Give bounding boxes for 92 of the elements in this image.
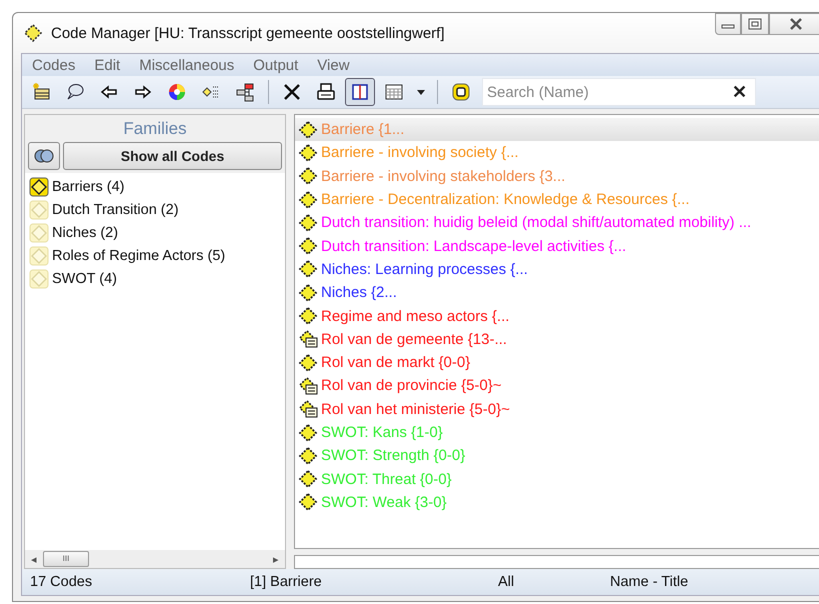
- code-with-memo-icon: [298, 329, 318, 350]
- family-label: SWOT (4): [52, 270, 117, 286]
- family-item[interactable]: SWOT (4): [25, 267, 285, 290]
- code-label: Barriere - involving stakeholders {3...: [321, 168, 566, 185]
- family-label: Niches (2): [52, 224, 118, 240]
- code-label: Niches: Learning processes {...: [321, 260, 528, 278]
- code-label: SWOT: Kans {1-0}: [321, 424, 443, 441]
- toolbar-button[interactable]: [345, 78, 375, 106]
- family-icon: [29, 222, 49, 242]
- status-text: [1] Barriere: [249, 574, 323, 590]
- family-icon: [29, 200, 49, 220]
- code-label: Niches {2...: [321, 284, 397, 302]
- status-text: 17 Codes: [29, 574, 94, 590]
- families-toggle-button[interactable]: [28, 142, 60, 170]
- family-item[interactable]: Dutch Transition (2): [25, 198, 285, 221]
- code-icon: [298, 469, 318, 490]
- split-pane-icon: [350, 82, 370, 102]
- network-icon: [235, 82, 255, 102]
- code-item[interactable]: Rol van de provincie {5-0}~: [295, 374, 819, 398]
- minimize-button[interactable]: [715, 13, 741, 35]
- code-label: Barriere {1...: [321, 121, 404, 138]
- code-label: Dutch transition: Landscape-level activities {...: [321, 238, 626, 255]
- menu-item[interactable]: View: [317, 56, 350, 74]
- code-icon: [298, 166, 318, 186]
- code-icon: [23, 23, 43, 43]
- code-label: SWOT: Strength {0-0}: [321, 447, 466, 464]
- code-icon: [298, 259, 318, 280]
- status-text: All: [497, 574, 516, 590]
- code-icon: [298, 446, 318, 466]
- code-with-memo-icon: [298, 399, 318, 420]
- status-text: Name - Title: [609, 574, 688, 590]
- code-label: Rol van de provincie {5-0}~: [321, 377, 502, 394]
- code-label: Barriere - involving society {...: [321, 144, 519, 162]
- color-wheel-icon: [167, 82, 187, 102]
- code-item[interactable]: Rol van de markt {0-0}: [295, 350, 819, 374]
- family-label: Dutch Transition (2): [52, 202, 179, 218]
- code-item[interactable]: Regime and meso actors {...: [295, 304, 819, 328]
- maximize-icon: [748, 18, 762, 30]
- new-code-icon: [31, 82, 51, 102]
- caret-icon: [417, 90, 425, 94]
- show-all-codes-button[interactable]: Show all Codes: [63, 142, 282, 170]
- code-label: Regime and meso actors {...: [321, 308, 510, 325]
- code-icon: [298, 212, 318, 233]
- table-icon: [384, 82, 404, 102]
- family-item[interactable]: Niches (2): [25, 221, 285, 244]
- code-label: Rol van het ministerie {5-0}~: [321, 400, 510, 418]
- code-item[interactable]: Rol van het ministerie {5-0}~: [295, 398, 819, 421]
- horizontal-scrollbar[interactable]: ◂ III ▸: [25, 550, 285, 568]
- delete-icon: [282, 82, 302, 102]
- code-item[interactable]: Niches: Learning processes {...: [295, 258, 819, 282]
- code-icon: [298, 236, 318, 256]
- print-icon: [316, 82, 336, 102]
- code-label: Rol van de gemeente {13-...: [321, 330, 507, 348]
- horizontal-scrollbar[interactable]: [294, 555, 819, 569]
- menu-item[interactable]: Codes: [32, 56, 76, 74]
- family-item[interactable]: Roles of Regime Actors (5): [25, 244, 285, 267]
- clear-button[interactable]: ✕: [724, 81, 755, 103]
- speech-bubble-icon: [65, 82, 85, 102]
- code-item[interactable]: Rol van de gemeente {13-...: [295, 328, 819, 351]
- code-icon: [298, 282, 318, 303]
- code-icon: [298, 120, 318, 140]
- family-icon: [29, 246, 49, 266]
- code-item[interactable]: Dutch transition: Landscape-level activities {...: [295, 234, 819, 258]
- code-label: Dutch transition: huidig beleid (modal shift/automated mobility) ...: [321, 214, 752, 232]
- code-label: SWOT: Weak {3-0}: [321, 494, 447, 511]
- code-icon: [298, 422, 318, 442]
- code-icon: [298, 190, 318, 210]
- family-icon: [29, 176, 49, 196]
- code-with-memo-icon: [298, 376, 318, 396]
- maximize-button[interactable]: [741, 13, 769, 35]
- code-label: Barriere - Decentralization: Knowledge & Resources {...: [321, 191, 690, 208]
- family-icon: [29, 268, 49, 288]
- code-item[interactable]: Dutch transition: huidig beleid (modal shift/automated mobility) ...: [295, 211, 819, 234]
- code-icon: [298, 142, 318, 163]
- code-label: SWOT: Threat {0-0}: [321, 470, 452, 488]
- code-icon: [298, 352, 318, 373]
- code-item[interactable]: Barriere - involving stakeholders {3...: [295, 164, 819, 188]
- family-label: Barriers (4): [52, 178, 125, 194]
- menu-item[interactable]: Miscellaneous: [139, 56, 234, 74]
- families-heading: Families: [25, 115, 285, 142]
- close-icon: [789, 18, 803, 30]
- search-field[interactable]: Search (Name) ✕: [482, 78, 756, 106]
- menu-item[interactable]: Edit: [94, 56, 120, 74]
- code-label: Rol van de markt {0-0}: [321, 354, 470, 372]
- window-title: Code Manager [HU: Transscript gemeente ooststellingwerf]: [51, 24, 445, 42]
- close-button[interactable]: [769, 13, 819, 35]
- family-label: Roles of Regime Actors (5): [52, 248, 226, 264]
- code-item[interactable]: Niches {2...: [295, 281, 819, 304]
- code-icon: [298, 306, 318, 326]
- menu-item[interactable]: Output: [253, 56, 298, 74]
- code-icon: [298, 492, 318, 512]
- family-item[interactable]: Barriers (4): [25, 175, 285, 198]
